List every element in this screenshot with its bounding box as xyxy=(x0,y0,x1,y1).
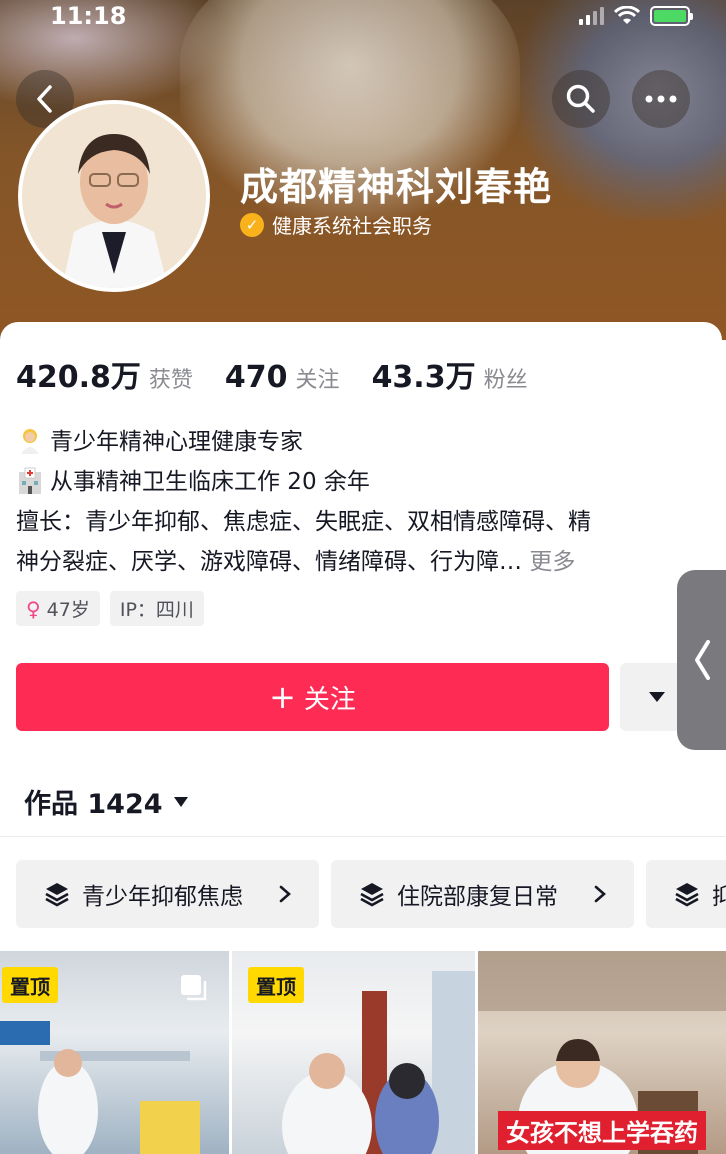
profile-name: 成都精神科刘春艳 xyxy=(240,165,553,209)
video-thumbnail[interactable]: 置顶 xyxy=(0,951,229,1154)
bio-line: 神分裂症、厌学、游戏障碍、情绪障碍、行为障… 更多 xyxy=(16,542,706,582)
multi-image-icon xyxy=(181,975,207,1001)
wifi-icon xyxy=(614,6,640,24)
bio-line-3: 擅长：青少年抑郁、焦虑症、失眠症、双相情感障碍、精 xyxy=(16,509,591,535)
side-panel-handle[interactable] xyxy=(677,570,726,750)
age-text: 47岁 xyxy=(46,599,90,621)
tags-row: ♀ 47岁 IP：四川 xyxy=(16,591,204,626)
verification-row: ✓ 健康系统社会职务 xyxy=(240,210,432,239)
chevron-right-icon xyxy=(594,885,606,903)
more-button[interactable] xyxy=(632,70,690,128)
hospital-emoji-icon xyxy=(19,467,41,494)
female-icon: ♀ xyxy=(26,596,41,621)
bio-line-2: 从事精神卫生临床工作 20 余年 xyxy=(50,469,370,495)
tab-works[interactable]: 作品 1424 xyxy=(24,782,189,821)
collections-row: 青少年抑郁焦虑 住院部康复日常 抑 xyxy=(16,860,726,928)
verification-text: 健康系统社会职务 xyxy=(272,214,432,238)
ip-text: IP：四川 xyxy=(119,599,194,621)
chevron-left-icon xyxy=(37,85,52,113)
battery-icon xyxy=(650,6,693,26)
plus-icon: + xyxy=(269,678,296,716)
video-thumbnail[interactable]: 置顶 xyxy=(232,951,475,1154)
more-dots-icon xyxy=(645,95,677,103)
search-button[interactable] xyxy=(552,70,610,128)
follow-label: 关注 xyxy=(303,684,356,715)
bio-line-4: 神分裂症、厌学、游戏障碍、情绪障碍、行为障… xyxy=(16,549,522,575)
likes-count: 420.8万 xyxy=(16,360,141,395)
following-label[interactable]: 关注 xyxy=(296,362,340,394)
layers-icon xyxy=(675,883,699,907)
pinned-badge: 置顶 xyxy=(248,967,304,1003)
signal-icon xyxy=(579,7,604,25)
video-thumbnail[interactable]: 女孩不想上学吞药 xyxy=(478,951,726,1154)
ip-tag: IP：四川 xyxy=(109,591,204,626)
collection-label: 住院部康复日常 xyxy=(397,884,558,910)
status-icons xyxy=(579,6,693,26)
divider xyxy=(0,836,726,837)
doctor-emoji-icon xyxy=(21,429,39,454)
layers-icon xyxy=(360,883,384,907)
search-icon xyxy=(566,84,595,113)
follow-button[interactable]: + 关注 xyxy=(16,663,609,731)
collection-label: 抑 xyxy=(712,884,726,910)
triangle-down-icon xyxy=(649,692,665,702)
chevron-right-icon xyxy=(279,885,291,903)
avatar-portrait xyxy=(22,104,206,288)
avatar[interactable] xyxy=(18,100,210,292)
bio-line: 青少年精神心理健康专家 xyxy=(16,422,706,462)
status-time: 11:18 xyxy=(50,2,127,30)
video-caption: 女孩不想上学吞药 xyxy=(498,1111,706,1150)
followers-label[interactable]: 粉丝 xyxy=(484,362,528,394)
following-count[interactable]: 470 xyxy=(225,360,288,395)
bio: 青少年精神心理健康专家 从事精神卫生临床工作 20 余年 擅长：青少年抑郁、焦虑… xyxy=(16,422,706,582)
bio-more-link[interactable]: 更多 xyxy=(529,549,575,575)
chevron-left-icon xyxy=(694,640,710,680)
pinned-badge: 置顶 xyxy=(2,967,58,1003)
layers-icon xyxy=(45,883,69,907)
works-label: 作品 1424 xyxy=(24,789,163,820)
age-tag: ♀ 47岁 xyxy=(16,591,100,626)
collection-chip[interactable]: 青少年抑郁焦虑 xyxy=(16,860,319,928)
collection-chip[interactable]: 住院部康复日常 xyxy=(331,860,634,928)
bio-line: 从事精神卫生临床工作 20 余年 xyxy=(16,462,706,502)
triangle-down-icon xyxy=(173,796,188,807)
verified-check-icon: ✓ xyxy=(240,212,264,237)
video-grid: 置顶 置顶 女孩不想上学吞药 xyxy=(0,951,726,1154)
stats-row: 420.8万 获赞 470 关注 43.3万 粉丝 xyxy=(16,352,560,396)
collection-label: 青少年抑郁焦虑 xyxy=(82,884,243,910)
collection-chip[interactable]: 抑 xyxy=(646,860,726,928)
followers-count[interactable]: 43.3万 xyxy=(372,352,476,396)
bio-line-1: 青少年精神心理健康专家 xyxy=(50,429,303,455)
likes-label: 获赞 xyxy=(148,368,193,393)
